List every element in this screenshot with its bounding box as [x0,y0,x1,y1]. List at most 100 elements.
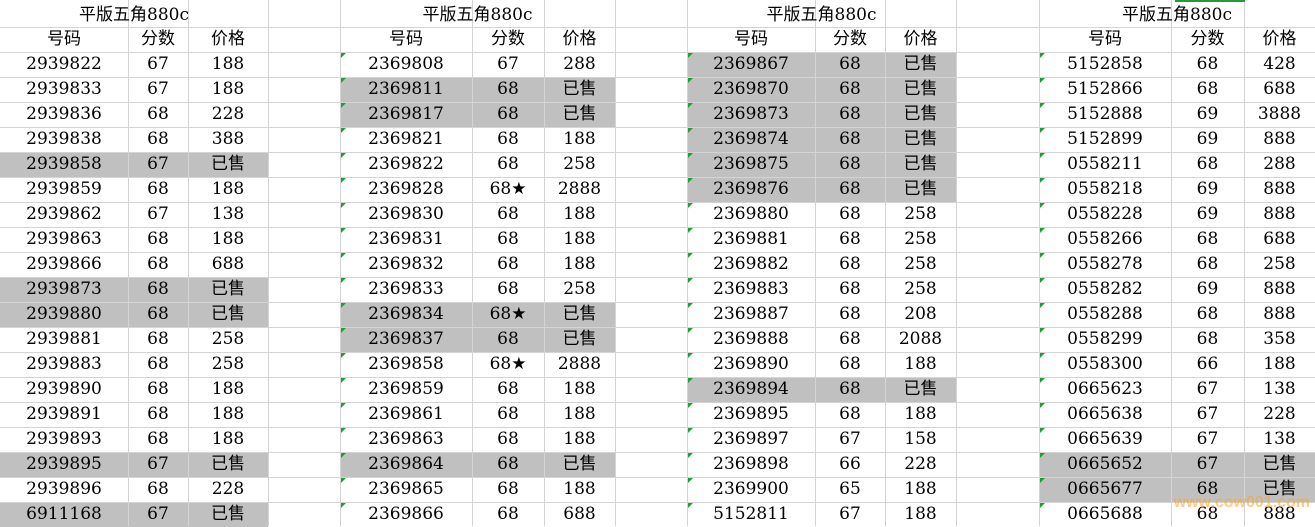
number-cell[interactable]: 2939822 [0,52,128,77]
number-cell[interactable]: 0665688 [1039,502,1171,527]
price-cell[interactable]: 688 [1244,77,1315,102]
number-cell[interactable]: 2369875 [687,152,815,177]
score-cell[interactable]: 68 [1171,227,1244,252]
number-cell[interactable]: 2939833 [0,77,128,102]
price-cell[interactable]: 2088 [885,327,956,352]
number-cell[interactable]: 0665652 [1039,452,1171,477]
number-cell[interactable]: 2369832 [340,252,472,277]
number-cell[interactable]: 5152858 [1039,52,1171,77]
score-cell[interactable]: 68 [815,152,885,177]
price-cell[interactable]: 288 [1244,152,1315,177]
price-cell[interactable]: 已售 [544,102,615,127]
price-cell[interactable]: 188 [544,202,615,227]
score-cell[interactable]: 68 [472,452,544,477]
number-cell[interactable]: 0558300 [1039,352,1171,377]
number-cell[interactable]: 2369830 [340,202,472,227]
number-cell[interactable]: 2369863 [340,427,472,452]
price-cell[interactable]: 已售 [885,77,956,102]
price-cell[interactable]: 188 [885,352,956,377]
number-cell[interactable]: 6911168 [0,502,128,527]
number-cell[interactable]: 2369900 [687,477,815,502]
number-cell[interactable]: 2369890 [687,352,815,377]
price-cell[interactable]: 188 [544,427,615,452]
number-cell[interactable]: 0665639 [1039,427,1171,452]
number-cell[interactable]: 2369873 [687,102,815,127]
score-cell[interactable]: 68 [128,302,188,327]
score-cell[interactable]: 67 [128,77,188,102]
number-cell[interactable]: 2939891 [0,402,128,427]
number-cell[interactable]: 0665638 [1039,402,1171,427]
number-cell[interactable]: 2369894 [687,377,815,402]
price-cell[interactable]: 188 [544,477,615,502]
price-cell[interactable]: 188 [1244,352,1315,377]
price-cell[interactable]: 2888 [544,177,615,202]
score-cell[interactable]: 68 [128,252,188,277]
number-cell[interactable]: 2369882 [687,252,815,277]
price-cell[interactable]: 428 [1244,52,1315,77]
number-cell[interactable]: 2939859 [0,177,128,202]
score-cell[interactable]: 69 [1171,202,1244,227]
number-cell[interactable]: 2939893 [0,427,128,452]
score-cell[interactable]: 67 [1171,427,1244,452]
number-cell[interactable]: 2939873 [0,277,128,302]
number-cell[interactable]: 2939858 [0,152,128,177]
price-cell[interactable]: 258 [885,252,956,277]
score-cell[interactable]: 68 [128,402,188,427]
number-cell[interactable]: 0558299 [1039,327,1171,352]
score-cell[interactable]: 68 [472,102,544,127]
price-cell[interactable]: 已售 [188,302,268,327]
price-cell[interactable]: 已售 [885,102,956,127]
price-cell[interactable]: 258 [188,327,268,352]
price-cell[interactable]: 188 [885,477,956,502]
price-cell[interactable]: 158 [885,427,956,452]
score-cell[interactable]: 68 [128,227,188,252]
score-cell[interactable]: 68 [472,77,544,102]
number-cell[interactable]: 2939838 [0,127,128,152]
score-cell[interactable]: 68 [472,277,544,302]
price-cell[interactable]: 已售 [544,302,615,327]
score-cell[interactable]: 67 [472,52,544,77]
number-cell[interactable]: 2369864 [340,452,472,477]
price-cell[interactable]: 208 [885,302,956,327]
score-cell[interactable]: 68 [815,102,885,127]
price-cell[interactable]: 688 [1244,227,1315,252]
score-cell[interactable]: 68 [815,302,885,327]
price-cell[interactable]: 已售 [885,152,956,177]
price-cell[interactable]: 188 [544,127,615,152]
price-cell[interactable]: 188 [885,402,956,427]
price-cell[interactable]: 已售 [885,52,956,77]
number-cell[interactable]: 0558266 [1039,227,1171,252]
number-cell[interactable]: 2939895 [0,452,128,477]
number-cell[interactable]: 0558278 [1039,252,1171,277]
number-cell[interactable]: 2369867 [687,52,815,77]
price-cell[interactable]: 258 [188,352,268,377]
score-cell[interactable]: 68★ [472,352,544,377]
number-cell[interactable]: 2369831 [340,227,472,252]
score-cell[interactable]: 68 [815,377,885,402]
number-cell[interactable]: 2939836 [0,102,128,127]
score-cell[interactable]: 68 [128,177,188,202]
number-cell[interactable]: 2369895 [687,402,815,427]
price-cell[interactable]: 228 [1244,402,1315,427]
score-cell[interactable]: 68 [128,127,188,152]
number-cell[interactable]: 2939863 [0,227,128,252]
number-cell[interactable]: 2369822 [340,152,472,177]
number-cell[interactable]: 5152899 [1039,127,1171,152]
score-cell[interactable]: 68 [1171,77,1244,102]
score-cell[interactable]: 68 [815,402,885,427]
score-cell[interactable]: 68 [815,52,885,77]
price-cell[interactable]: 228 [885,452,956,477]
score-cell[interactable]: 68 [1171,52,1244,77]
score-cell[interactable]: 68 [472,127,544,152]
price-cell[interactable]: 688 [188,252,268,277]
price-cell[interactable]: 228 [188,102,268,127]
price-cell[interactable]: 888 [1244,177,1315,202]
number-cell[interactable]: 2369887 [687,302,815,327]
number-cell[interactable]: 2369876 [687,177,815,202]
price-cell[interactable]: 已售 [885,177,956,202]
score-cell[interactable]: 68 [128,277,188,302]
price-cell[interactable]: 188 [188,52,268,77]
price-cell[interactable]: 688 [544,502,615,527]
number-cell[interactable]: 2369828 [340,177,472,202]
score-cell[interactable]: 68 [815,252,885,277]
